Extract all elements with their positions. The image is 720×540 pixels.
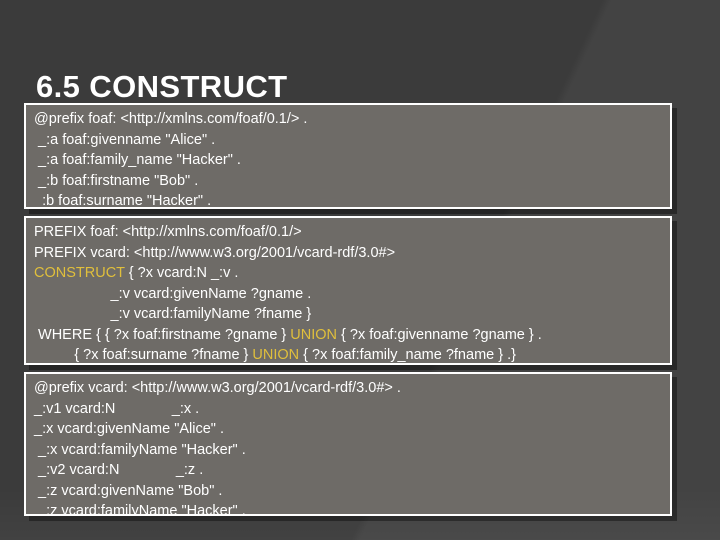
code-line: _:v vcard:familyName ?fname } (34, 304, 664, 325)
code-line: @prefix vcard: <http://www.w3.org/2001/v… (34, 380, 401, 396)
code-text: { ?x foaf:surname ?fname } (34, 347, 253, 363)
code-text: _:v vcard:familyName ?fname } (34, 306, 312, 322)
sparql-construct-query-block: PREFIX foaf: <http://xmlns.com/foaf/0.1/… (24, 216, 672, 365)
code-line: _:x vcard:givenName "Alice" . (34, 421, 225, 437)
sparql-keyword: UNION (252, 347, 300, 363)
code-line: PREFIX foaf: <http://xmlns.com/foaf/0.1/… (34, 222, 664, 243)
code-text: PREFIX foaf: <http://xmlns.com/foaf/0.1/… (34, 224, 302, 240)
code-text: { ?x vcard:N _:v . (124, 265, 239, 281)
code-line: @prefix foaf: <http://xmlns.com/foaf/0.1… (34, 111, 308, 127)
code-line: _:z vcard:givenName "Bob" . (34, 482, 223, 499)
code-line: _:b foaf:surname "Hacker" . (34, 193, 212, 209)
code-line: WHERE { { ?x foaf:firstname ?gname } UNI… (34, 325, 664, 346)
code-line: _:v2 vcard:N _:z . (34, 462, 204, 478)
code-line: { ?x foaf:surname ?fname } UNION { ?x fo… (34, 345, 664, 363)
code-line: _:v vcard:givenName ?gname . (34, 284, 664, 305)
code-text: { ?x foaf:family_name ?fname } .} (299, 347, 516, 363)
code-line: CONSTRUCT { ?x vcard:N _:v . (34, 263, 664, 284)
input-rdf-data-block: @prefix foaf: <http://xmlns.com/foaf/0.1… (24, 103, 672, 209)
code-text: _:v vcard:givenName ?gname . (34, 285, 312, 302)
code-line: _:b foaf:firstname "Bob" . (34, 172, 199, 189)
code-text: WHERE { { ?x foaf:firstname ?gname } (34, 326, 291, 343)
code-text: PREFIX vcard: <http://www.w3.org/2001/vc… (34, 244, 396, 261)
code-line: _:a foaf:givenname "Alice" . (34, 131, 216, 148)
code-text: { ?x foaf:givenname ?gname } . (337, 326, 542, 343)
code-line: _:z vcard:familyName "Hacker" . (34, 503, 246, 516)
sparql-keyword: CONSTRUCT (34, 265, 125, 281)
code-line: _:a foaf:family_name "Hacker" . (34, 152, 241, 168)
page-title: 6.5 CONSTRUCT (36, 68, 288, 104)
code-line: _:v1 vcard:N _:x . (34, 400, 200, 417)
code-line: _:x vcard:familyName "Hacker" . (34, 441, 246, 458)
code-line: PREFIX vcard: <http://www.w3.org/2001/vc… (34, 243, 664, 264)
slide: 6.5 CONSTRUCT @prefix foaf: <http://xmln… (0, 0, 720, 540)
sparql-keyword: UNION (290, 326, 338, 343)
output-rdf-data-block: @prefix vcard: <http://www.w3.org/2001/v… (24, 372, 672, 516)
